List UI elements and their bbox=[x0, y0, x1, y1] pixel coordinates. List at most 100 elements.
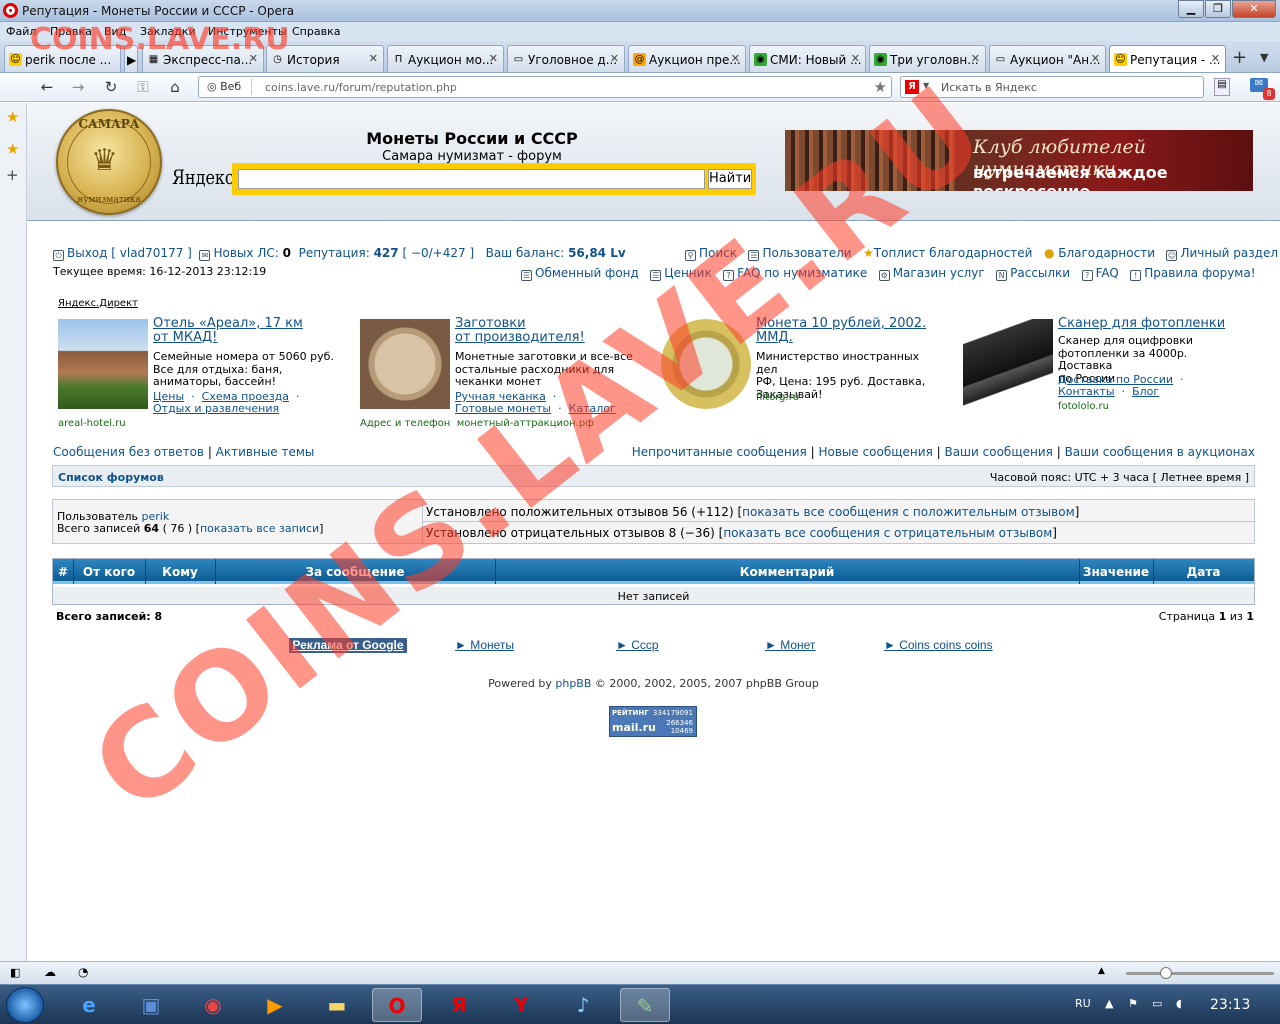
balance-label[interactable]: Ваш баланс: bbox=[486, 246, 565, 260]
new-tab-button[interactable]: + bbox=[1232, 47, 1247, 68]
key-icon[interactable]: ⚿ bbox=[133, 78, 153, 96]
ad-title[interactable]: Отель «Ареал», 17 км от МКАД! bbox=[153, 317, 303, 345]
flag-icon[interactable]: ⚑ bbox=[1128, 997, 1138, 1010]
reload-button[interactable]: ↻ bbox=[101, 78, 121, 96]
menu-bookmarks[interactable]: Закладки bbox=[140, 25, 196, 38]
link-your-auction-posts[interactable]: Ваши сообщения в аукционах bbox=[1065, 445, 1255, 459]
tab-auction-1[interactable]: П Аукцион мо... ✕ bbox=[387, 45, 504, 72]
yandex-icon[interactable]: Я bbox=[905, 80, 919, 94]
google-ads-label[interactable]: Реклама от Google bbox=[289, 638, 407, 653]
ad-coin-image[interactable] bbox=[360, 319, 450, 409]
tab-close-icon[interactable]: ✕ bbox=[851, 52, 860, 65]
link-members[interactable]: Пользователи bbox=[762, 246, 851, 260]
chrome-icon[interactable]: ◉ bbox=[188, 988, 238, 1022]
link-unread[interactable]: Непрочитанные сообщения bbox=[632, 445, 807, 459]
tab-auction-2[interactable]: @ Аукцион пре... ✕ bbox=[628, 45, 746, 72]
bookmarks-star-icon[interactable]: ★ bbox=[6, 140, 19, 158]
ad-domain[interactable]: areal-hotel.ru bbox=[58, 418, 126, 429]
ad-coin-image[interactable] bbox=[661, 319, 751, 409]
ad-link[interactable]: Каталог bbox=[569, 402, 616, 415]
minimize-button[interactable]: ▁ bbox=[1178, 0, 1204, 18]
ad-domain[interactable]: Адрес и телефон монетный-аттракцион.рф bbox=[360, 418, 594, 429]
link-active-topics[interactable]: Активные темы bbox=[216, 445, 315, 459]
forward-button[interactable]: → bbox=[68, 78, 88, 96]
ad-title[interactable]: Заготовки от производителя! bbox=[455, 317, 585, 345]
start-button[interactable] bbox=[6, 987, 44, 1023]
link-ucp[interactable]: Личный раздел bbox=[1180, 246, 1278, 260]
panel-toggle-icon[interactable]: ◧ bbox=[10, 966, 20, 979]
link-thanks-top[interactable]: Топлист благодарностей bbox=[874, 246, 1033, 260]
ad-scanner-image[interactable] bbox=[963, 319, 1053, 409]
bookmarks-star-icon[interactable]: ★ bbox=[6, 108, 19, 126]
col-post[interactable]: За сообщение bbox=[215, 565, 495, 579]
reputation-value[interactable]: 427 bbox=[374, 246, 399, 260]
link-shop[interactable]: Магазин услуг bbox=[893, 266, 985, 280]
yandex-direct-label[interactable]: Яндекс.Директ bbox=[58, 298, 138, 309]
ad-link[interactable]: Готовые монеты bbox=[455, 402, 551, 415]
ad-keyword[interactable]: ► Монет bbox=[765, 638, 815, 652]
ad-domain[interactable]: fotololo.ru bbox=[1058, 401, 1109, 412]
url-text[interactable]: coins.lave.ru/forum/reputation.php bbox=[265, 81, 457, 94]
col-from[interactable]: От кого bbox=[73, 565, 145, 579]
link-rules[interactable]: Правила форума! bbox=[1144, 266, 1255, 280]
add-panel-icon[interactable]: + bbox=[6, 166, 19, 184]
site-logo[interactable]: САМАРА ♛ нумизматика bbox=[56, 109, 162, 215]
tab-close-icon[interactable]: ✕ bbox=[731, 52, 740, 65]
col-value[interactable]: Значение bbox=[1079, 565, 1153, 579]
home-button[interactable]: ⌂ bbox=[165, 78, 185, 96]
clock[interactable]: 23:13 bbox=[1210, 997, 1250, 1013]
network-icon[interactable]: ▭ bbox=[1152, 997, 1162, 1010]
yandex-browser-icon[interactable]: Я bbox=[434, 988, 484, 1022]
col-to[interactable]: Кому bbox=[145, 565, 215, 579]
menu-tools[interactable]: Инструменты bbox=[208, 25, 287, 38]
link-faq[interactable]: FAQ bbox=[1096, 266, 1119, 280]
url-field[interactable]: ◎ Веб coins.lave.ru/forum/reputation.php… bbox=[198, 76, 892, 98]
opera-logo-icon[interactable] bbox=[3, 3, 18, 18]
speed-icon[interactable]: ◔ bbox=[78, 965, 88, 979]
logout-link[interactable]: Выход [ vlad70177 ] bbox=[67, 246, 192, 260]
folder-icon[interactable]: ▬ bbox=[312, 988, 362, 1022]
ad-keyword[interactable]: ► Coins coins coins bbox=[884, 638, 993, 652]
link-thanks[interactable]: Благодарности bbox=[1058, 246, 1155, 260]
zoom-up-icon[interactable]: ▲ bbox=[1098, 966, 1105, 976]
ad-domain[interactable]: filtorg.ru bbox=[756, 392, 799, 403]
zoom-slider-handle[interactable] bbox=[1160, 967, 1172, 979]
save-app-icon[interactable]: ▣ bbox=[126, 988, 176, 1022]
yandex-search-input[interactable] bbox=[238, 169, 705, 189]
club-banner[interactable]: Клуб любителей нумизматики встречаемся к… bbox=[785, 130, 1253, 191]
ie-icon[interactable]: e bbox=[64, 988, 114, 1022]
search-engine-dropdown-icon[interactable]: ▼ bbox=[923, 81, 929, 90]
zoom-slider[interactable] bbox=[1126, 972, 1274, 975]
tab-scroll-button[interactable]: ▶ bbox=[124, 45, 138, 72]
opera-taskbar-icon[interactable]: O bbox=[372, 988, 422, 1022]
tab-close-icon[interactable]: ✕ bbox=[1211, 52, 1220, 65]
link-newsletters[interactable]: Рассылки bbox=[1010, 266, 1070, 280]
mailru-counter[interactable]: РЕЙТИНГ 334179091 mail.ru 266346 10469 bbox=[609, 706, 697, 737]
tab-three-cases[interactable]: ◉ Три уголовн... ✕ bbox=[869, 45, 986, 72]
ad-keyword[interactable]: ► Монеты bbox=[455, 638, 514, 652]
tab-criminal-case[interactable]: ▭ Уголовное д... ✕ bbox=[507, 45, 625, 72]
reputation-detail[interactable]: [ −0/+427 ] bbox=[402, 246, 474, 260]
tab-auction-3[interactable]: ▭ Аукцион "Ан... ✕ bbox=[989, 45, 1106, 72]
balance-value[interactable]: 56,84 Lv bbox=[568, 246, 626, 260]
back-button[interactable]: ← bbox=[37, 78, 57, 96]
link-exchange[interactable]: Обменный фонд bbox=[535, 266, 639, 280]
tab-close-icon[interactable]: ✕ bbox=[1091, 52, 1100, 65]
tab-close-icon[interactable]: ✕ bbox=[369, 52, 378, 65]
link-unanswered[interactable]: Сообщения без ответов bbox=[53, 445, 204, 459]
menu-view[interactable]: Вид bbox=[104, 25, 126, 38]
ad-link[interactable]: Контакты bbox=[1058, 385, 1115, 398]
tab-history[interactable]: ◷ История ✕ bbox=[266, 45, 384, 72]
reputation-label[interactable]: Репутация: bbox=[299, 246, 370, 260]
ad-title[interactable]: Сканер для фотопленки bbox=[1058, 317, 1225, 331]
tab-close-icon[interactable]: ✕ bbox=[610, 52, 619, 65]
close-button[interactable]: ✕ bbox=[1232, 0, 1276, 18]
media-player-icon[interactable]: ▶ bbox=[250, 988, 300, 1022]
link-search[interactable]: Поиск bbox=[699, 246, 737, 260]
link-prices[interactable]: Ценник bbox=[664, 266, 711, 280]
tray-expand-icon[interactable]: ▲ bbox=[1105, 997, 1113, 1010]
page-icon[interactable]: ▤ bbox=[1214, 78, 1230, 96]
tab-close-icon[interactable]: ✕ bbox=[489, 52, 498, 65]
link-your-posts[interactable]: Ваши сообщения bbox=[944, 445, 1052, 459]
negative-link[interactable]: показать все сообщения с отрицательным о… bbox=[723, 526, 1052, 540]
